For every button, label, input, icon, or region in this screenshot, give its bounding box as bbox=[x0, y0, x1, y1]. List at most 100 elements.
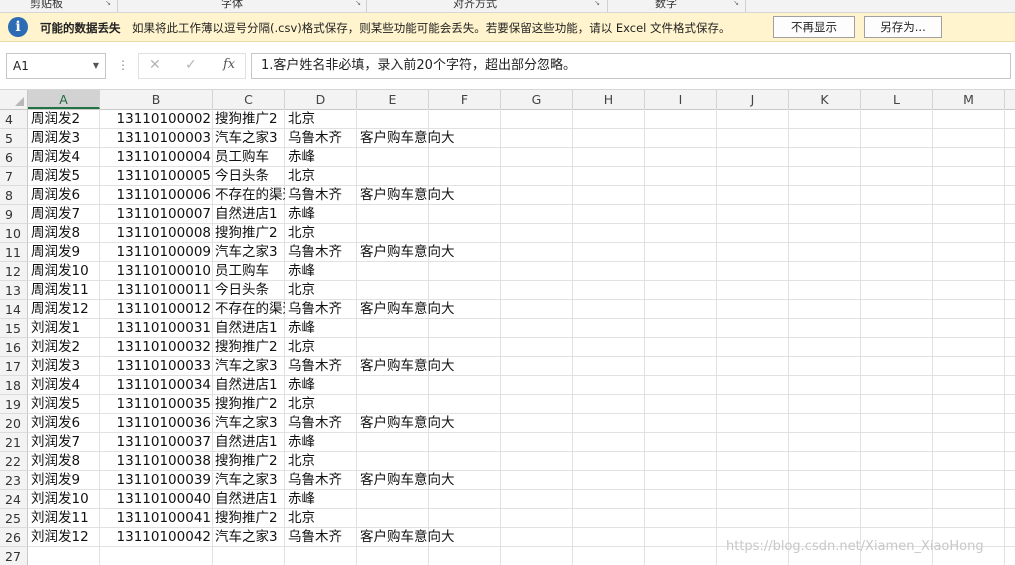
cell-c[interactable]: 搜狗推广2 bbox=[215, 509, 285, 528]
cell-b[interactable]: 13110100042 bbox=[100, 528, 211, 547]
column-header-i[interactable]: I bbox=[645, 90, 717, 109]
cell-d[interactable]: 赤峰 bbox=[288, 433, 357, 452]
worksheet-grid[interactable]: ABCDEFGHIJKLM 4 周润发2 13110100002 搜狗推广2 北京 5 周润… bbox=[0, 90, 1015, 565]
cell-c[interactable]: 不存在的渠道 bbox=[215, 186, 285, 205]
column-header-a[interactable]: A bbox=[28, 90, 100, 109]
cell-b[interactable]: 13110100002 bbox=[100, 110, 211, 129]
cell-c[interactable]: 员工购车 bbox=[215, 148, 285, 167]
formula-input[interactable]: 1.客户姓名非必填，录入前20个字符，超出部分忽略。 bbox=[251, 53, 1011, 79]
row-header[interactable]: 22 bbox=[0, 452, 28, 471]
cell-c[interactable]: 自然进店1 bbox=[215, 319, 285, 338]
cell-d[interactable]: 乌鲁木齐 bbox=[288, 414, 357, 433]
cell-e[interactable]: 客户购车意向大 bbox=[360, 186, 455, 205]
cell-b[interactable]: 13110100041 bbox=[100, 509, 211, 528]
dialog-launcher-icon[interactable]: ↘ bbox=[104, 0, 112, 7]
insert-function-icon[interactable]: fx bbox=[223, 57, 235, 72]
cell-b[interactable]: 13110100039 bbox=[100, 471, 211, 490]
cell-d[interactable]: 北京 bbox=[288, 167, 357, 186]
cell-c[interactable]: 汽车之家3 bbox=[215, 243, 285, 262]
cell-d[interactable]: 赤峰 bbox=[288, 205, 357, 224]
cell-a[interactable]: 刘润发3 bbox=[31, 357, 80, 376]
row-header[interactable]: 21 bbox=[0, 433, 28, 452]
cell-d[interactable]: 乌鲁木齐 bbox=[288, 129, 357, 148]
row-header[interactable]: 23 bbox=[0, 471, 28, 490]
column-header-f[interactable]: F bbox=[429, 90, 501, 109]
chevron-down-icon[interactable]: ▼ bbox=[93, 54, 99, 78]
column-header-d[interactable]: D bbox=[285, 90, 357, 109]
cell-b[interactable]: 13110100035 bbox=[100, 395, 211, 414]
row-header[interactable]: 8 bbox=[0, 186, 28, 205]
cell-c[interactable]: 搜狗推广2 bbox=[215, 224, 285, 243]
row-header[interactable]: 18 bbox=[0, 376, 28, 395]
cell-d[interactable]: 赤峰 bbox=[288, 319, 357, 338]
row-header[interactable]: 10 bbox=[0, 224, 28, 243]
cell-d[interactable]: 赤峰 bbox=[288, 148, 357, 167]
row-header[interactable]: 24 bbox=[0, 490, 28, 509]
cell-a[interactable]: 刘润发6 bbox=[31, 414, 80, 433]
cell-a[interactable]: 刘润发4 bbox=[31, 376, 80, 395]
column-header-k[interactable]: K bbox=[789, 90, 861, 109]
cell-a[interactable]: 周润发7 bbox=[31, 205, 80, 224]
cell-a[interactable]: 刘润发5 bbox=[31, 395, 80, 414]
cell-c[interactable]: 自然进店1 bbox=[215, 376, 285, 395]
cell-a[interactable]: 刘润发11 bbox=[31, 509, 89, 528]
cell-b[interactable]: 13110100010 bbox=[100, 262, 211, 281]
cell-b[interactable]: 13110100036 bbox=[100, 414, 211, 433]
row-header[interactable]: 5 bbox=[0, 129, 28, 148]
cell-c[interactable]: 搜狗推广2 bbox=[215, 452, 285, 471]
cell-b[interactable]: 13110100006 bbox=[100, 186, 211, 205]
row-header[interactable]: 14 bbox=[0, 300, 28, 319]
row-header[interactable]: 17 bbox=[0, 357, 28, 376]
cell-a[interactable]: 刘润发7 bbox=[31, 433, 80, 452]
row-header[interactable]: 4 bbox=[0, 110, 28, 129]
cell-d[interactable]: 乌鲁木齐 bbox=[288, 528, 357, 547]
column-header-h[interactable]: H bbox=[573, 90, 645, 109]
cell-b[interactable] bbox=[100, 547, 211, 565]
splitter-handle-icon[interactable]: ⋮ bbox=[117, 58, 129, 72]
cell-c[interactable]: 今日头条 bbox=[215, 167, 285, 186]
enter-check-icon[interactable]: ✓ bbox=[185, 57, 197, 73]
cell-c[interactable]: 搜狗推广2 bbox=[215, 338, 285, 357]
cell-c[interactable]: 汽车之家3 bbox=[215, 129, 285, 148]
cell-d[interactable]: 北京 bbox=[288, 281, 357, 300]
cell-d[interactable]: 乌鲁木齐 bbox=[288, 243, 357, 262]
cell-b[interactable]: 13110100012 bbox=[100, 300, 211, 319]
cell-a[interactable]: 刘润发1 bbox=[31, 319, 80, 338]
cell-a[interactable]: 周润发10 bbox=[31, 262, 89, 281]
cell-c[interactable]: 自然进店1 bbox=[215, 205, 285, 224]
cell-d[interactable]: 赤峰 bbox=[288, 490, 357, 509]
cancel-icon[interactable]: ✕ bbox=[149, 57, 161, 73]
dialog-launcher-icon[interactable]: ↘ bbox=[593, 0, 601, 7]
row-header[interactable]: 15 bbox=[0, 319, 28, 338]
cell-b[interactable]: 13110100038 bbox=[100, 452, 211, 471]
cell-d[interactable]: 乌鲁木齐 bbox=[288, 300, 357, 319]
cell-d[interactable]: 北京 bbox=[288, 338, 357, 357]
cell-a[interactable]: 周润发11 bbox=[31, 281, 89, 300]
cell-a[interactable]: 刘润发10 bbox=[31, 490, 89, 509]
row-header[interactable]: 6 bbox=[0, 148, 28, 167]
cell-a[interactable]: 周润发5 bbox=[31, 167, 80, 186]
cell-c[interactable]: 自然进店1 bbox=[215, 433, 285, 452]
row-header[interactable]: 9 bbox=[0, 205, 28, 224]
cell-e[interactable]: 客户购车意向大 bbox=[360, 528, 455, 547]
cell-c[interactable]: 汽车之家3 bbox=[215, 471, 285, 490]
cell-b[interactable]: 13110100033 bbox=[100, 357, 211, 376]
cell-d[interactable]: 乌鲁木齐 bbox=[288, 471, 357, 490]
cell-e[interactable]: 客户购车意向大 bbox=[360, 129, 455, 148]
dialog-launcher-icon[interactable]: ↘ bbox=[354, 0, 362, 7]
cell-d[interactable] bbox=[288, 547, 357, 565]
cell-c[interactable]: 搜狗推广2 bbox=[215, 395, 285, 414]
cell-c[interactable] bbox=[215, 547, 285, 565]
cell-b[interactable]: 13110100011 bbox=[100, 281, 211, 300]
cell-e[interactable]: 客户购车意向大 bbox=[360, 471, 455, 490]
dialog-launcher-icon[interactable]: ↘ bbox=[732, 0, 740, 7]
cell-c[interactable]: 今日头条 bbox=[215, 281, 285, 300]
cell-d[interactable]: 赤峰 bbox=[288, 262, 357, 281]
cell-e[interactable]: 客户购车意向大 bbox=[360, 357, 455, 376]
column-header-l[interactable]: L bbox=[861, 90, 933, 109]
cell-a[interactable]: 刘润发8 bbox=[31, 452, 80, 471]
select-all-button[interactable] bbox=[0, 90, 28, 109]
name-box[interactable]: A1 ▼ bbox=[6, 53, 106, 79]
cell-c[interactable]: 自然进店1 bbox=[215, 490, 285, 509]
cell-c[interactable]: 搜狗推广2 bbox=[215, 110, 285, 129]
